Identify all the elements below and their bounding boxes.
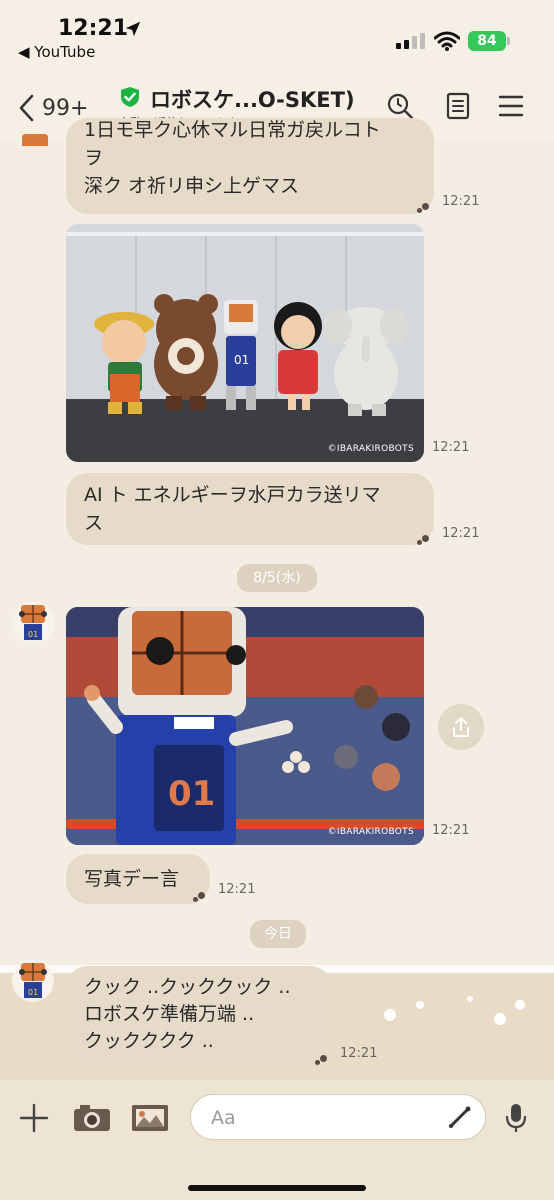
robot-number: 01 <box>234 353 249 367</box>
plus-icon <box>19 1103 49 1133</box>
message-input-bar <box>0 1080 554 1200</box>
battery-indicator: 84 <box>468 31 506 51</box>
message-text: 写真デー言 <box>84 868 180 890</box>
tail-dot <box>422 535 429 542</box>
battery-cap <box>507 37 510 45</box>
share-button[interactable] <box>438 704 484 750</box>
message-bubble[interactable]: 1日モ早ク心休マル日常ガ戻ルコト ヲ 深ク オ祈リ申シ上ゲマス <box>66 118 434 214</box>
message-line: ロボスケ準備万端 .. <box>84 1003 255 1025</box>
message-bubble[interactable]: AI ト エネルギーヲ水戸カラ送リマ ス <box>66 473 434 545</box>
tail-dot <box>315 1060 320 1065</box>
unread-count: 99+ <box>42 95 89 121</box>
message-line: ヲ <box>84 147 104 169</box>
back-to-app-link[interactable]: ◀ YouTube <box>18 43 95 61</box>
message-text-field[interactable] <box>190 1094 486 1140</box>
message-line: クックククク .. <box>84 1030 214 1052</box>
robot-mascot-photo: 01 <box>66 607 424 845</box>
timestamp: 12:21 <box>432 823 470 838</box>
photo-message[interactable]: 01 ©IBARAKIROBOTS <box>66 224 424 462</box>
photo-library-button[interactable] <box>130 1098 170 1138</box>
timestamp: 12:21 <box>340 1046 378 1061</box>
verified-shield-icon <box>121 87 139 107</box>
photo-credit: ©IBARAKIROBOTS <box>327 827 414 837</box>
status-time: 12:21 <box>58 16 129 41</box>
microphone-icon <box>505 1104 527 1132</box>
camera-icon <box>74 1105 110 1131</box>
robot-number: 01 <box>168 774 215 814</box>
svg-text:01: 01 <box>28 630 38 639</box>
timestamp: 12:21 <box>442 526 480 541</box>
tail-dot <box>320 1055 327 1062</box>
message-input[interactable] <box>211 1105 431 1131</box>
location-arrow-icon <box>125 21 141 37</box>
camera-button[interactable] <box>72 1098 112 1138</box>
status-bar: 12:21 ◀ YouTube 84 <box>0 0 554 72</box>
tail-dot <box>422 203 429 210</box>
svg-text:01: 01 <box>28 988 38 997</box>
cell-signal-icon <box>396 33 425 49</box>
wifi-icon <box>434 31 460 51</box>
chevron-left-icon <box>19 94 34 122</box>
message-line: AI ト エネルギーヲ水戸カラ送リマ <box>84 484 381 506</box>
tail-dot <box>417 208 422 213</box>
tail-dot <box>193 897 198 902</box>
tail-dot <box>417 540 422 545</box>
photo-message[interactable]: 01 ©IBARAKIROBOTS <box>66 607 424 845</box>
photo-icon <box>132 1105 168 1131</box>
menu-icon[interactable] <box>497 92 525 120</box>
message-bubble[interactable]: 写真デー言 <box>66 854 210 904</box>
notes-icon[interactable] <box>444 92 472 120</box>
voice-button[interactable] <box>496 1098 536 1138</box>
chat-title[interactable]: ロボスケ...O-SKET) <box>150 84 355 114</box>
message-line: 1日モ早ク心休マル日常ガ戻ルコト <box>84 119 381 141</box>
home-indicator <box>188 1185 366 1191</box>
avatar[interactable]: 01 <box>12 600 54 646</box>
avatar <box>14 120 56 146</box>
timestamp: 12:21 <box>442 194 480 209</box>
message-bubble[interactable]: クック ..クッククック .. ロボスケ準備万端 .. クックククク .. <box>66 966 332 1066</box>
message-line: クック ..クッククック .. <box>84 976 291 998</box>
message-line: 深ク オ祈リ申シ上ゲマス <box>84 175 300 197</box>
pen-icon[interactable] <box>447 1104 473 1130</box>
avatar[interactable]: 01 <box>12 958 54 1004</box>
add-button[interactable] <box>14 1098 54 1138</box>
tail-dot <box>198 892 205 899</box>
mascots-photo: 01 <box>66 224 424 462</box>
timestamp: 12:21 <box>218 882 256 897</box>
photo-credit: ©IBARAKIROBOTS <box>327 444 414 454</box>
message-line: ス <box>84 512 104 534</box>
date-separator: 8/5(水) <box>237 564 317 592</box>
date-separator: 今日 <box>250 920 306 948</box>
share-icon <box>453 717 469 737</box>
timestamp: 12:21 <box>432 440 470 455</box>
